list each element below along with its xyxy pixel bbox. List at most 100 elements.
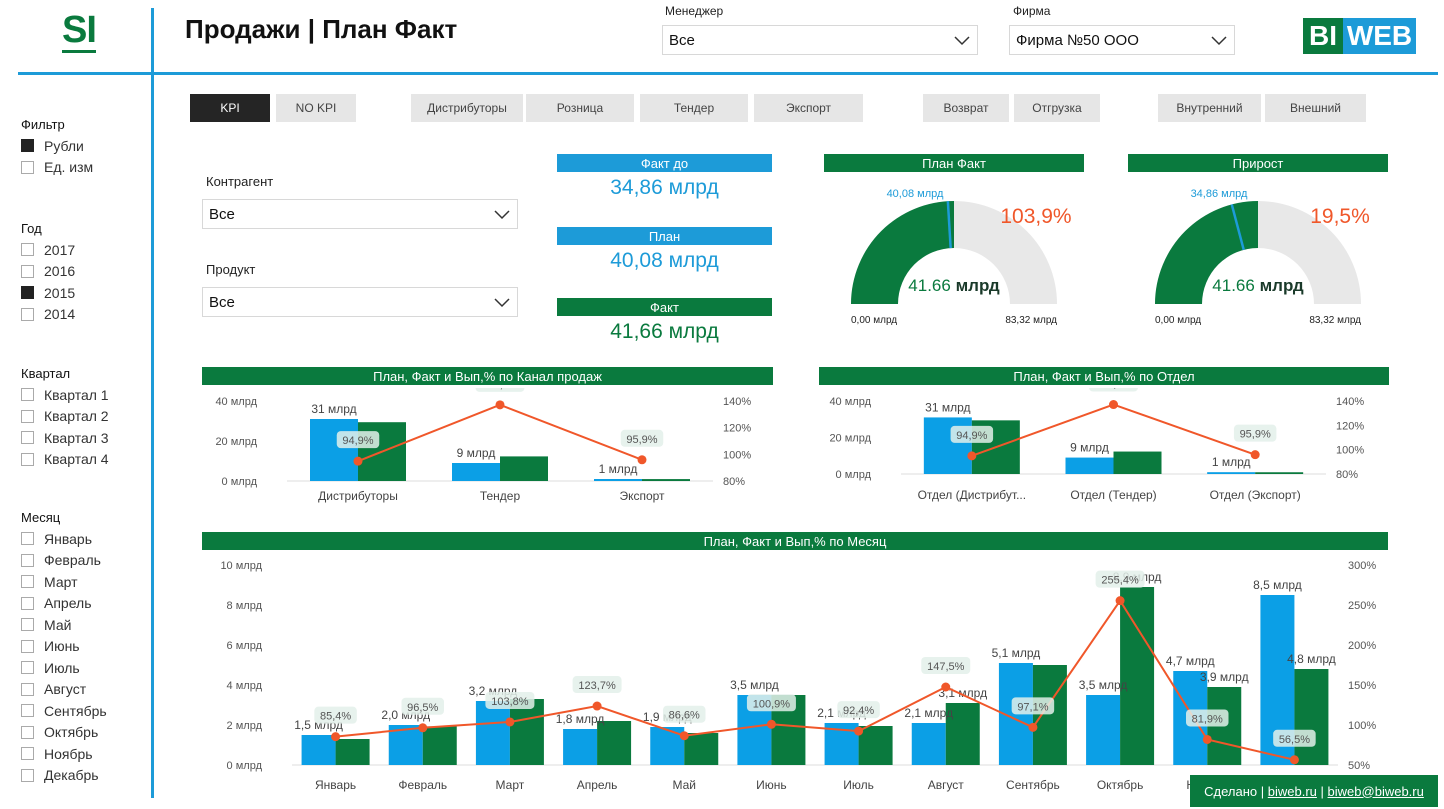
tab-1[interactable]: KPI <box>190 94 270 122</box>
quarter-group: Квартал Квартал 1 Квартал 2 Квартал 3 Кварт… <box>21 366 146 470</box>
fact-bar <box>1255 472 1304 474</box>
tab-10[interactable]: Внешний <box>1265 94 1366 122</box>
tab-5[interactable]: Тендер <box>640 94 748 122</box>
y-tick-label: 40 млрд <box>829 396 871 408</box>
checkbox[interactable] <box>21 307 34 321</box>
checkbox[interactable] <box>21 682 34 696</box>
tab-7[interactable]: Возврат <box>923 94 1009 122</box>
checkbox[interactable] <box>21 747 34 761</box>
checkbox[interactable] <box>21 661 34 675</box>
chart-month-title: План, Факт и Вып,% по Месяц <box>202 532 1388 550</box>
quarter-item[interactable]: Квартал 2 <box>21 406 146 428</box>
filter-item[interactable]: Ед. изм <box>21 157 146 179</box>
checkbox[interactable] <box>21 553 34 567</box>
percent-point <box>331 732 341 742</box>
checkbox[interactable] <box>21 575 34 589</box>
month-item-label: Август <box>44 681 87 698</box>
gauge-percent: 19,5% <box>1310 205 1370 228</box>
logo-web-text: WEB <box>1343 18 1416 54</box>
logo-bi-text: BI <box>1303 18 1343 54</box>
year-item[interactable]: 2015 <box>21 282 146 304</box>
month-item[interactable]: Ноябрь <box>21 743 146 765</box>
manager-select[interactable]: Все <box>662 25 978 55</box>
month-item[interactable]: Август <box>21 679 146 701</box>
percent-data-label: 137,1% <box>481 388 519 391</box>
x-tick-label: Август <box>928 778 965 792</box>
checkbox[interactable] <box>21 725 34 739</box>
tab-9[interactable]: Внутренний <box>1158 94 1261 122</box>
y2-tick-label: 120% <box>1336 420 1364 432</box>
percent-data-label: 123,7% <box>578 680 616 692</box>
percent-point <box>679 731 689 741</box>
percent-data-label: 137,1% <box>1095 388 1133 391</box>
plan-data-label: 4,7 млрд <box>1166 654 1215 668</box>
month-item[interactable]: Сентябрь <box>21 700 146 722</box>
chevron-down-icon <box>494 298 510 308</box>
footer-email-link[interactable]: biweb@biweb.ru <box>1328 784 1424 799</box>
checkbox[interactable] <box>21 768 34 782</box>
checkbox[interactable] <box>21 618 34 632</box>
percent-point <box>941 682 951 692</box>
checkbox[interactable] <box>21 639 34 653</box>
year-item[interactable]: 2017 <box>21 239 146 261</box>
checkbox[interactable] <box>21 139 34 153</box>
firm-label: Фирма <box>1013 4 1051 18</box>
gauge-center-value: 41.66 млрд <box>908 276 1000 295</box>
tab-4[interactable]: Розница <box>526 94 634 122</box>
year-item[interactable]: 2016 <box>21 261 146 283</box>
chart-month: 0 млрд 2 млрд 4 млрд 6 млрд 8 млрд 10 млрд 50%… <box>220 560 1376 792</box>
quarter-item[interactable]: Квартал 3 <box>21 427 146 449</box>
checkbox[interactable] <box>21 452 34 466</box>
checkbox[interactable] <box>21 388 34 402</box>
checkbox[interactable] <box>21 596 34 610</box>
checkbox[interactable] <box>21 243 34 257</box>
month-item[interactable]: Октябрь <box>21 722 146 744</box>
month-item[interactable]: Апрель <box>21 593 146 615</box>
month-item-label: Февраль <box>44 552 101 569</box>
plan-data-label: 1,8 млрд <box>556 712 605 726</box>
month-item[interactable]: Февраль <box>21 550 146 572</box>
month-item[interactable]: Декабрь <box>21 765 146 787</box>
checkbox[interactable] <box>21 264 34 278</box>
footer-site-link[interactable]: biweb.ru <box>1268 784 1317 799</box>
year-item[interactable]: 2014 <box>21 304 146 326</box>
percent-data-label: 92,4% <box>843 705 874 717</box>
filter-title: Фильтр <box>21 117 65 132</box>
fact-bar <box>642 479 690 481</box>
chevron-down-icon <box>494 210 510 220</box>
plan-bar <box>452 463 500 481</box>
month-item[interactable]: Январь <box>21 528 146 550</box>
quarter-item[interactable]: Квартал 4 <box>21 449 146 471</box>
checkbox[interactable] <box>21 431 34 445</box>
filter-item[interactable]: Рубли <box>21 135 146 157</box>
y-tick-label: 0 млрд <box>227 760 263 772</box>
year-item-label: 2017 <box>44 241 76 258</box>
tab-8[interactable]: Отгрузка <box>1014 94 1100 122</box>
tab-3[interactable]: Дистрибуторы <box>411 94 523 122</box>
checkbox[interactable] <box>21 409 34 423</box>
gauge-plan-fact: 40,08 млрд 103,9% 41.66 млрд 0,00 млрд 83,32… <box>851 188 1072 326</box>
counterparty-select[interactable]: Все <box>202 199 518 229</box>
y2-tick-label: 300% <box>1348 560 1376 572</box>
filter-list: Рубли Ед. изм <box>21 135 146 178</box>
checkbox[interactable] <box>21 160 34 174</box>
month-item[interactable]: Март <box>21 571 146 593</box>
fact-data-label: 4,8 млрд <box>1287 652 1336 666</box>
fact-bar <box>597 721 632 765</box>
month-item[interactable]: Май <box>21 614 146 636</box>
checkbox[interactable] <box>21 704 34 718</box>
quarter-item-label: Квартал 4 <box>44 451 109 468</box>
quarter-item[interactable]: Квартал 1 <box>21 384 146 406</box>
firm-select[interactable]: Фирма №50 ООО <box>1009 25 1235 55</box>
checkbox[interactable] <box>21 286 34 300</box>
gauge-growth: 34,86 млрд 19,5% 41.66 млрд 0,00 млрд 83,32 … <box>1155 188 1370 326</box>
y-tick-label: 20 млрд <box>829 433 871 445</box>
checkbox[interactable] <box>21 532 34 546</box>
y2-tick-label: 150% <box>1348 680 1376 692</box>
year-item-label: 2015 <box>44 284 76 301</box>
product-select[interactable]: Все <box>202 287 518 317</box>
month-item[interactable]: Июль <box>21 657 146 679</box>
tab-6[interactable]: Экспорт <box>754 94 863 122</box>
month-item[interactable]: Июнь <box>21 636 146 658</box>
tab-2[interactable]: NO KPI <box>276 94 356 122</box>
